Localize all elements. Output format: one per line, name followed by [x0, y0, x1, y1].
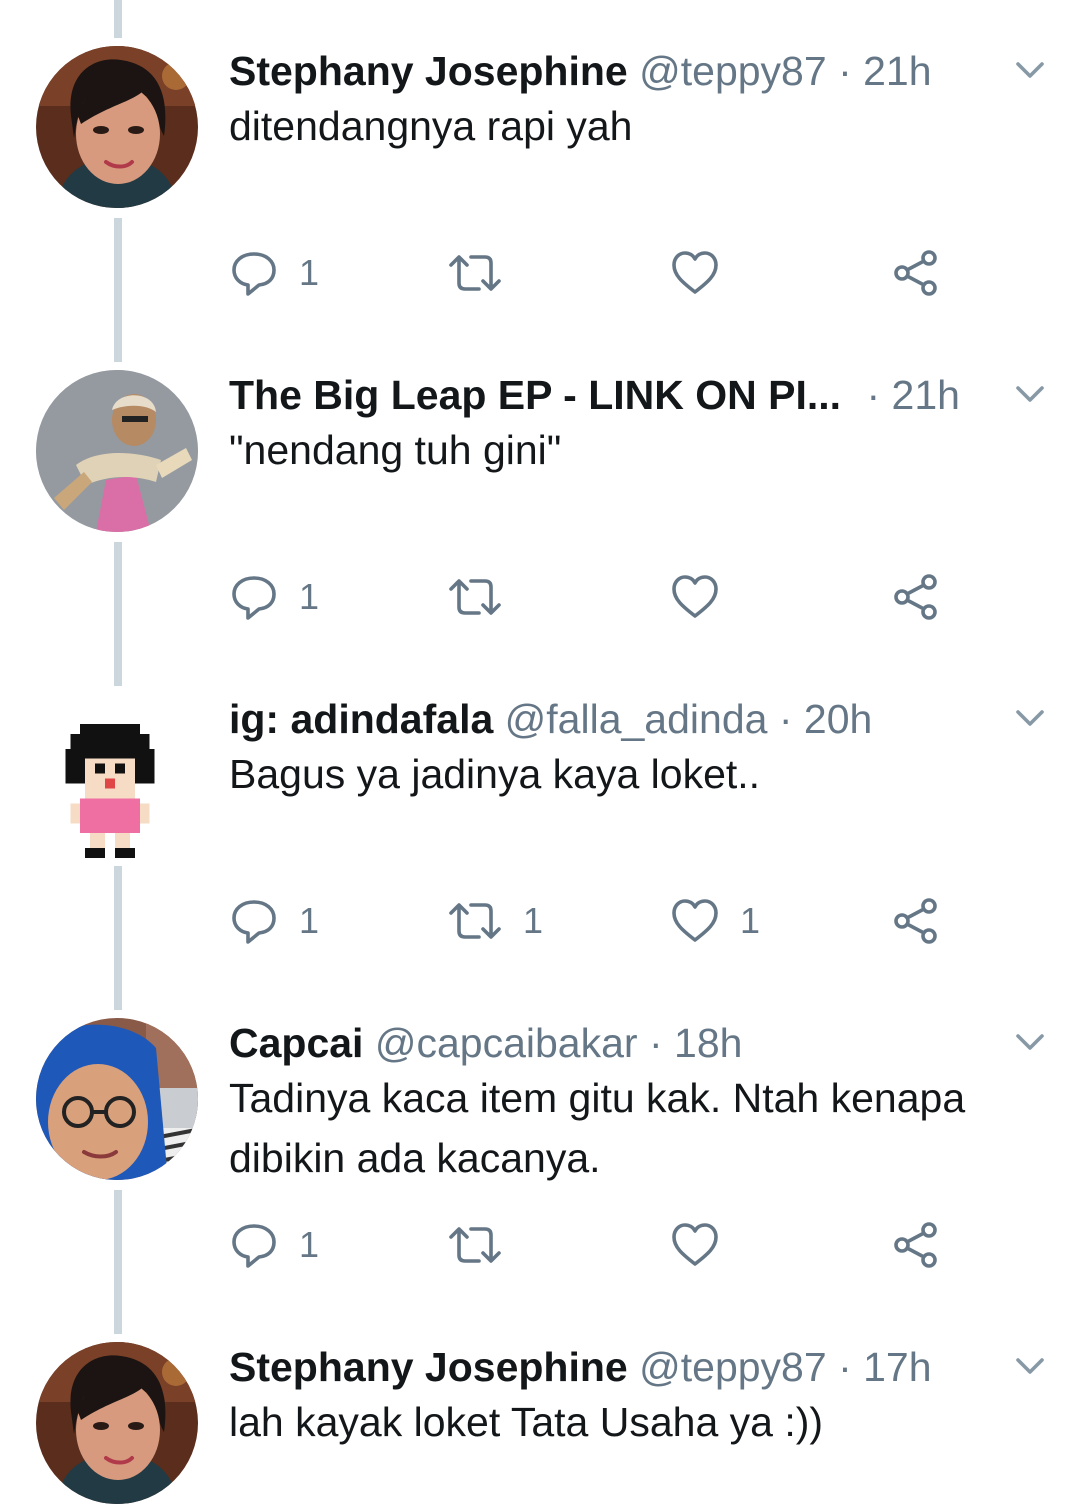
share-icon: [891, 572, 941, 622]
tweet-text-line: dibikin ada kacanya.: [229, 1135, 601, 1181]
tweet-actions: 1: [229, 567, 969, 627]
reply-count: 1: [299, 252, 320, 293]
retweet-button[interactable]: [447, 567, 523, 627]
tweet-text-line: Tadinya kaca item gitu kak. Ntah kenapa: [229, 1075, 966, 1121]
avatar[interactable]: [36, 1342, 198, 1504]
like-icon: [670, 248, 720, 298]
user-handle[interactable]: @teppy87: [639, 48, 827, 94]
pixel-girl-avatar: [65, 724, 155, 858]
reply-icon: [229, 1220, 279, 1270]
woman-portrait-avatar: [36, 1342, 198, 1504]
reply-count: 1: [299, 900, 320, 941]
separator: ·: [778, 696, 793, 742]
tweet-text-line: ditendangnya rapi yah: [229, 103, 633, 149]
retweet-button[interactable]: [447, 243, 523, 303]
tweet[interactable]: Stephany Josephine @teppy87 · 17h lah ka…: [0, 1342, 1080, 1508]
like-icon: [670, 572, 720, 622]
tweet-header: Capcai @capcaibakar · 18h: [229, 1018, 742, 1068]
tweet-text: lah kayak loket Tata Usaha ya :)): [229, 1392, 1049, 1452]
reply-count: 1: [299, 1224, 320, 1265]
avatar[interactable]: [36, 370, 198, 532]
caret-down-icon[interactable]: [1010, 374, 1050, 414]
share-button[interactable]: [891, 891, 941, 951]
share-icon: [891, 248, 941, 298]
share-button[interactable]: [891, 567, 941, 627]
timestamp[interactable]: 17h: [863, 1344, 931, 1390]
retweet-icon: [447, 896, 503, 946]
user-handle[interactable]: @falla_adinda: [505, 696, 768, 742]
tweet-text-line: "nendang tuh gini": [229, 427, 562, 473]
separator: ·: [866, 372, 881, 418]
tweet-text: "nendang tuh gini": [229, 420, 1049, 480]
like-icon: [670, 1220, 720, 1270]
reply-button[interactable]: 1: [229, 567, 319, 627]
reply-icon: [229, 248, 279, 298]
like-count: 1: [740, 900, 761, 941]
avatar[interactable]: [36, 1018, 198, 1180]
timestamp[interactable]: 21h: [892, 372, 960, 418]
tweet-text-line: Bagus ya jadinya kaya loket..: [229, 751, 761, 797]
retweet-button[interactable]: 1: [447, 891, 543, 951]
timestamp[interactable]: 18h: [674, 1020, 742, 1066]
separator: ·: [838, 1344, 852, 1390]
like-icon: [670, 896, 720, 946]
tweet[interactable]: The Big Leap EP - LINK ON PI... · 21h "n…: [0, 370, 1080, 660]
tweet[interactable]: Capcai @capcaibakar · 18h Tadinya kaca i…: [0, 1018, 1080, 1308]
separator: ·: [648, 1020, 663, 1066]
tweet-text-line: lah kayak loket Tata Usaha ya :)): [229, 1399, 824, 1445]
like-button[interactable]: [670, 567, 740, 627]
tweet-header: Stephany Josephine @teppy87 · 17h: [229, 1342, 932, 1392]
share-button[interactable]: [891, 243, 941, 303]
reply-icon: [229, 896, 279, 946]
reply-icon: [229, 572, 279, 622]
share-icon: [891, 896, 941, 946]
display-name[interactable]: The Big Leap EP - LINK ON PI...: [229, 372, 841, 418]
woman-hijab-avatar: [36, 1018, 198, 1180]
woman-portrait-avatar: [36, 46, 198, 208]
tweet-header: ig: adindafala @falla_adinda · 20h: [229, 694, 872, 744]
display-name[interactable]: Stephany Josephine: [229, 48, 628, 94]
thread-line: [114, 0, 122, 38]
tweet[interactable]: ig: adindafala @falla_adinda · 20h Bagus…: [0, 694, 1080, 984]
display-name[interactable]: Stephany Josephine: [229, 1344, 628, 1390]
like-button[interactable]: 1: [670, 891, 760, 951]
like-button[interactable]: [670, 243, 740, 303]
user-handle[interactable]: @capcaibakar: [375, 1020, 638, 1066]
retweet-icon: [447, 248, 503, 298]
caret-down-icon[interactable]: [1010, 1346, 1050, 1386]
caret-down-icon[interactable]: [1010, 1022, 1050, 1062]
share-icon: [891, 1220, 941, 1270]
caret-down-icon[interactable]: [1010, 50, 1050, 90]
like-button[interactable]: [670, 1215, 740, 1275]
reply-button[interactable]: 1: [229, 891, 319, 951]
display-name[interactable]: ig: adindafala: [229, 696, 493, 742]
reply-button[interactable]: 1: [229, 243, 319, 303]
tweet-text: ditendangnya rapi yah: [229, 96, 1049, 156]
separator: ·: [838, 48, 852, 94]
display-name[interactable]: Capcai: [229, 1020, 363, 1066]
timestamp[interactable]: 21h: [863, 48, 931, 94]
avatar[interactable]: [36, 46, 198, 208]
tweet-actions: 1: [229, 243, 969, 303]
avatar[interactable]: [60, 724, 160, 858]
tweet-header: Stephany Josephine @teppy87 · 21h: [229, 46, 932, 96]
tweet-header: The Big Leap EP - LINK ON PI... · 21h: [229, 370, 960, 420]
user-handle[interactable]: @teppy87: [639, 1344, 827, 1390]
reply-button[interactable]: 1: [229, 1215, 319, 1275]
tweet-text: Tadinya kaca item gitu kak. Ntah kenapa …: [229, 1068, 1049, 1188]
man-dancing-avatar: [36, 370, 198, 532]
retweet-icon: [447, 572, 503, 622]
caret-down-icon[interactable]: [1010, 698, 1050, 738]
tweet-actions: 1: [229, 1215, 969, 1275]
tweet[interactable]: Stephany Josephine @teppy87 · 21h ditend…: [0, 46, 1080, 336]
reply-count: 1: [299, 576, 320, 617]
retweet-count: 1: [523, 900, 544, 941]
timestamp[interactable]: 20h: [804, 696, 872, 742]
retweet-icon: [447, 1220, 503, 1270]
share-button[interactable]: [891, 1215, 941, 1275]
tweet-actions: 1 1 1: [229, 891, 969, 951]
retweet-button[interactable]: [447, 1215, 523, 1275]
tweet-text: Bagus ya jadinya kaya loket..: [229, 744, 1049, 804]
